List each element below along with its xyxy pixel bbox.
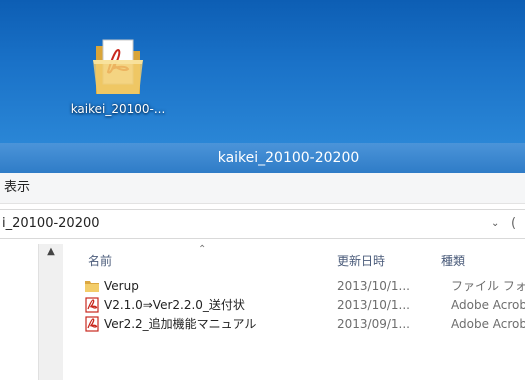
file-name: Verup bbox=[104, 279, 139, 293]
file-name: V2.1.0⇒Ver2.2.0_送付状 bbox=[104, 298, 245, 312]
column-header-name[interactable]: 名前 bbox=[88, 252, 112, 269]
desktop-icon-kaikei[interactable]: kaikei_20100-... bbox=[56, 32, 180, 128]
file-modified: 2013/10/1... bbox=[337, 279, 410, 293]
file-type: Adobe Acrobat bbox=[451, 317, 525, 331]
file-row[interactable]: V2.1.0⇒Ver2.2.0_送付状 2013/10/1... Adobe A… bbox=[78, 296, 525, 315]
navigation-pane: ▲ bbox=[0, 244, 63, 380]
column-header-modified[interactable]: 更新日時 bbox=[337, 252, 385, 269]
file-modified: 2013/10/1... bbox=[337, 298, 410, 312]
pdf-folder-icon bbox=[93, 39, 143, 94]
address-path[interactable]: i_20100-20200 bbox=[2, 210, 100, 238]
file-modified: 2013/09/1... bbox=[337, 317, 410, 331]
file-name: Ver2.2_追加機能マニュアル bbox=[104, 317, 257, 331]
address-bar[interactable]: i_20100-20200 ⌄ ( bbox=[0, 209, 525, 239]
pdf-icon bbox=[85, 297, 99, 313]
window-title: kaikei_20100-20200 bbox=[217, 150, 360, 166]
refresh-icon[interactable]: ( bbox=[511, 210, 516, 238]
chevron-down-icon[interactable]: ⌄ bbox=[491, 210, 499, 238]
screen: kaikei_20100-... kaikei_20100-20200 表示 i… bbox=[0, 0, 525, 380]
file-row[interactable]: Ver2.2_追加機能マニュアル 2013/09/1... Adobe Acro… bbox=[78, 315, 525, 334]
file-type: ファイル フォルダー bbox=[451, 279, 525, 293]
window-titlebar[interactable]: kaikei_20100-20200 bbox=[0, 143, 525, 173]
pdf-icon bbox=[85, 316, 99, 332]
explorer-window: kaikei_20100-20200 表示 i_20100-20200 ⌄ ( … bbox=[0, 143, 525, 380]
menu-view[interactable]: 表示 bbox=[4, 173, 30, 203]
folder-icon bbox=[85, 281, 99, 292]
file-list: 名前 ⌃ 更新日時 種類 Verup 2013/10/1... ファイル フォル… bbox=[62, 244, 525, 380]
scroll-up-icon[interactable]: ▲ bbox=[39, 246, 63, 257]
desktop-icon-label: kaikei_20100-... bbox=[70, 102, 166, 116]
desktop: kaikei_20100-... bbox=[0, 0, 525, 143]
column-header-type[interactable]: 種類 bbox=[441, 252, 465, 269]
menu-bar: 表示 bbox=[0, 173, 525, 204]
file-row[interactable]: Verup 2013/10/1... ファイル フォルダー bbox=[78, 277, 525, 296]
nav-scrollbar[interactable]: ▲ bbox=[38, 244, 63, 380]
sort-ascending-icon: ⌃ bbox=[198, 244, 207, 255]
file-type: Adobe Acrobat bbox=[451, 298, 525, 312]
